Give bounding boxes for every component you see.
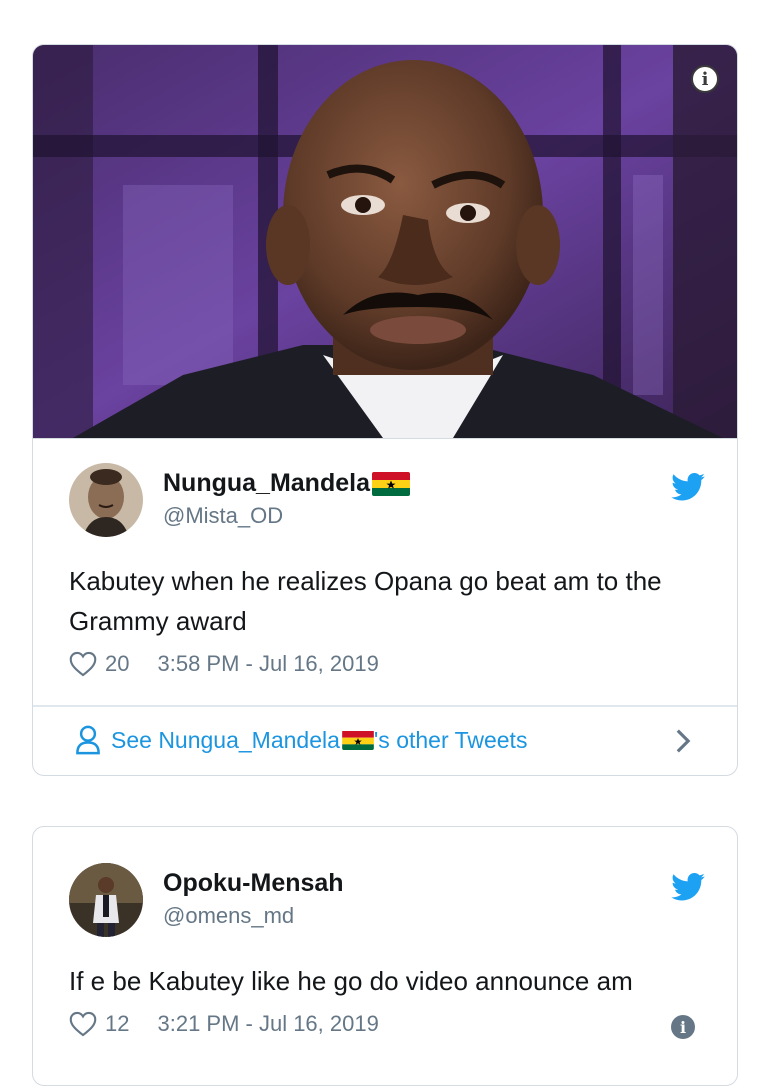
info-icon[interactable]: i <box>671 1015 695 1039</box>
like-count[interactable]: 20 <box>105 651 129 677</box>
tweet-card-1[interactable]: i Nungua_Mandela @Mista_OD Kabutey when … <box>32 44 738 776</box>
tweet-header: Opoku-Mensah @omens_md <box>69 863 705 939</box>
tweet-header: Nungua_Mandela @Mista_OD <box>69 463 705 539</box>
person-icon <box>76 725 100 755</box>
divider <box>33 705 737 707</box>
avatar[interactable] <box>69 463 143 537</box>
heart-icon[interactable] <box>69 651 97 677</box>
tweet-text: If e be Kabutey like he go do video anno… <box>69 966 633 996</box>
twitter-bird-icon[interactable] <box>671 873 705 901</box>
tweet-media-photo[interactable]: i <box>33 45 737 439</box>
twitter-bird-icon[interactable] <box>671 473 705 501</box>
avatar[interactable] <box>69 863 143 937</box>
see-other-tweets-link[interactable]: See Nungua_Mandela 's other Tweets <box>75 725 527 755</box>
heart-icon[interactable] <box>69 1011 97 1037</box>
tweet-meta: 20 3:58 PM - Jul 16, 2019 <box>69 651 379 677</box>
tweet-timestamp[interactable]: 3:21 PM - Jul 16, 2019 <box>157 1011 378 1037</box>
tweet-text: Kabutey when he realizes Opana go beat a… <box>69 566 662 636</box>
see-more-suffix: 's other Tweets <box>373 726 528 753</box>
media-photo <box>33 45 737 438</box>
author-handle[interactable]: @omens_md <box>163 903 294 929</box>
tweet-card-2[interactable]: Opoku-Mensah @omens_md If e be Kabutey l… <box>32 826 738 1086</box>
info-icon[interactable]: i <box>691 65 719 93</box>
like-count[interactable]: 12 <box>105 1011 129 1037</box>
author-name[interactable]: Opoku-Mensah <box>163 869 344 898</box>
ghana-flag-icon <box>342 730 374 750</box>
tweet-meta: 12 3:21 PM - Jul 16, 2019 <box>69 1011 379 1037</box>
tweet-timestamp[interactable]: 3:58 PM - Jul 16, 2019 <box>157 651 378 677</box>
ghana-flag-icon <box>371 471 410 496</box>
author-name[interactable]: Nungua_Mandela <box>163 469 410 498</box>
chevron-right-icon[interactable] <box>675 728 691 754</box>
see-more-prefix: See Nungua_Mandela <box>111 726 340 753</box>
author-handle[interactable]: @Mista_OD <box>163 503 283 529</box>
